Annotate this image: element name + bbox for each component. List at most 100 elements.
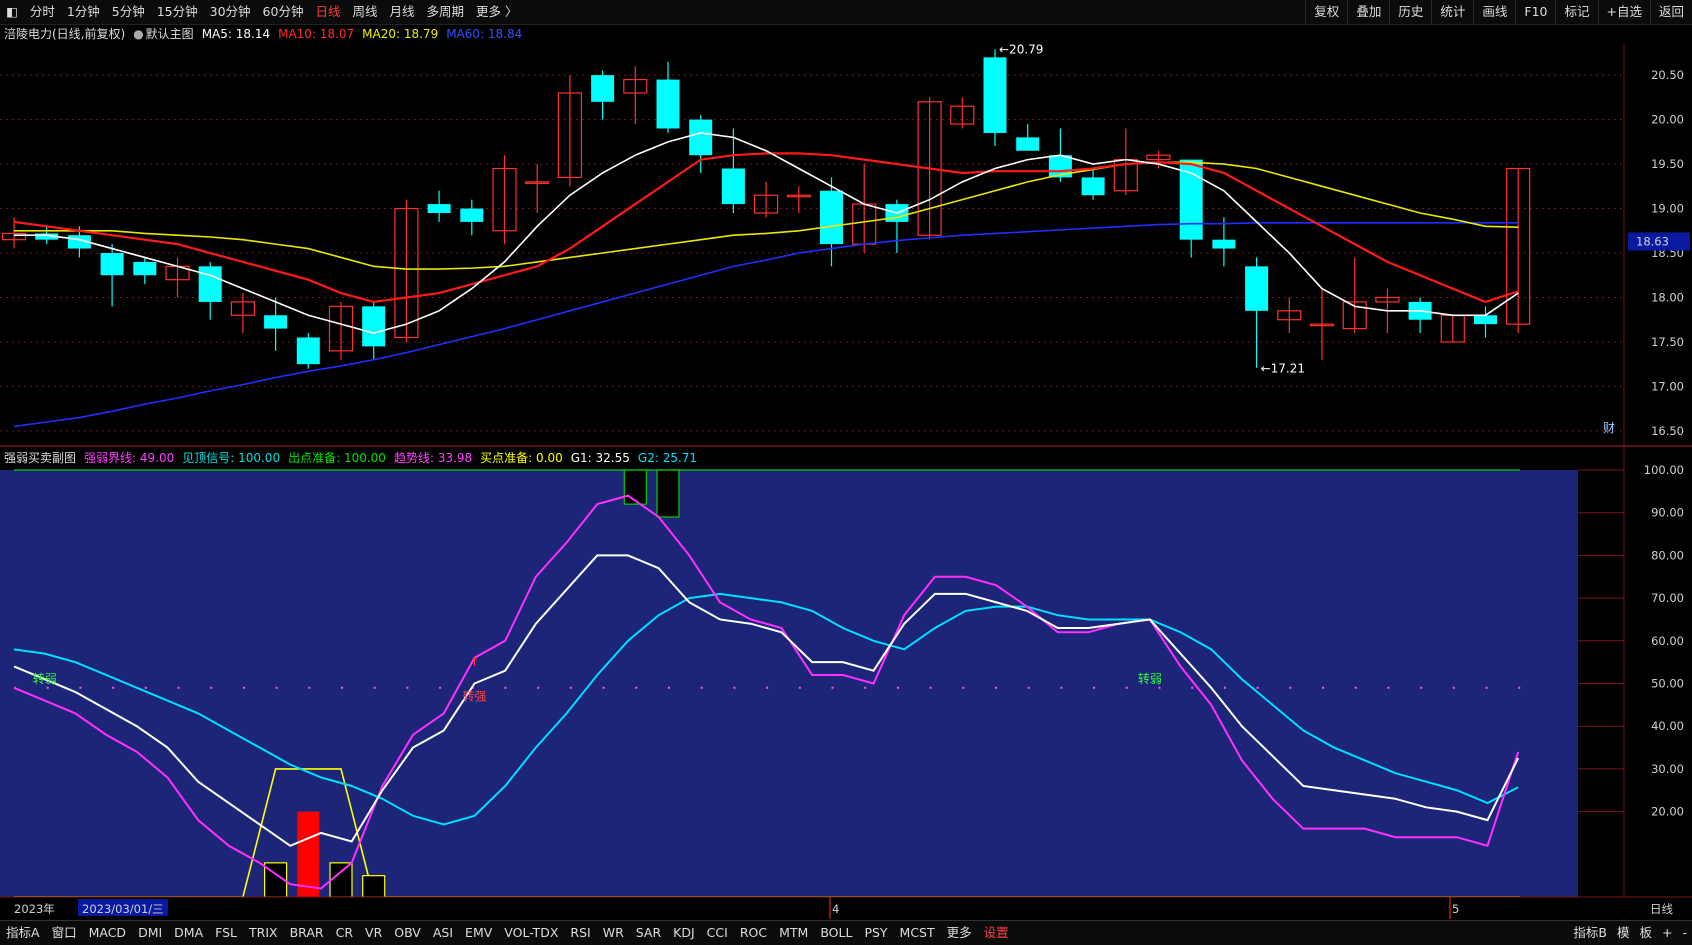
- weak-strong-dot: [831, 686, 834, 689]
- candle-13: [427, 190, 451, 222]
- buy-signal-bar: [297, 811, 320, 897]
- indicator-tab-24[interactable]: 更多: [941, 921, 978, 945]
- indicator-tab-1[interactable]: 窗口: [46, 921, 83, 945]
- weak-strong-dot: [635, 686, 638, 689]
- candle-43: [1408, 297, 1432, 334]
- indicator-tab-16[interactable]: SAR: [630, 921, 667, 945]
- indicator-b-control-2[interactable]: 板: [1634, 921, 1657, 945]
- indicator-tab-12[interactable]: EMV: [459, 921, 498, 945]
- month-5-label: 5: [1452, 902, 1459, 916]
- indicator-tab-10[interactable]: OBV: [388, 921, 427, 945]
- weak-strong-dot: [700, 686, 703, 689]
- candle-6: [198, 261, 222, 320]
- indicator-tab-17[interactable]: KDJ: [667, 921, 701, 945]
- weak-strong-dot: [1093, 686, 1096, 689]
- weak-strong-dot: [341, 686, 343, 689]
- weak-strong-dot: [602, 686, 605, 689]
- indicator-tab-23[interactable]: MCST: [894, 921, 941, 945]
- weak-strong-dot: [1223, 686, 1226, 689]
- indicator-tab-6[interactable]: TRIX: [243, 921, 284, 945]
- price-tick-label: 20.00: [1651, 113, 1684, 127]
- strong-arrow-icon: ↑: [469, 655, 479, 669]
- weak-strong-dot: [1485, 686, 1488, 689]
- time-axis-bg: [0, 897, 1692, 919]
- indicator-b-control-0[interactable]: 指标B: [1568, 921, 1612, 945]
- sub-tick-label: 90.00: [1651, 506, 1684, 520]
- indicator-tab-19[interactable]: ROC: [734, 921, 773, 945]
- candle-33: [1081, 168, 1105, 200]
- candle-29: [950, 97, 975, 129]
- candle-body: [721, 168, 745, 205]
- indicator-tab-9[interactable]: VR: [359, 921, 388, 945]
- candle-26: [852, 164, 877, 254]
- candle-18: [591, 70, 615, 120]
- indicator-tab-4[interactable]: DMA: [168, 921, 209, 945]
- month-4-label: 4: [832, 902, 839, 916]
- indicator-tab-11[interactable]: ASI: [427, 921, 459, 945]
- price-tick-label: 16.50: [1651, 424, 1684, 438]
- indicator-tab-0[interactable]: 指标A: [0, 921, 46, 945]
- indicator-b-control-4[interactable]: -: [1677, 921, 1692, 945]
- weak-strong-dot: [1191, 686, 1194, 689]
- indicator-tab-25[interactable]: 设置: [978, 921, 1015, 945]
- indicator-tab-15[interactable]: WR: [597, 921, 630, 945]
- candle-body: [1081, 177, 1105, 196]
- indicator-tab-13[interactable]: VOL-TDX: [498, 921, 564, 945]
- price-tick-label: 19.50: [1651, 157, 1684, 171]
- indicator-tab-8[interactable]: CR: [330, 921, 359, 945]
- weak-strong-dot: [569, 686, 572, 689]
- candle-body: [983, 57, 1007, 133]
- weak-strong-dot: [1256, 686, 1259, 689]
- indicator-tab-14[interactable]: RSI: [564, 921, 596, 945]
- indicator-tab-20[interactable]: MTM: [773, 921, 814, 945]
- top-signal-box-1: [656, 469, 680, 518]
- chart-canvas[interactable]: 转弱转强 转弱 ↑ ←20.79 ←17.21 财 20.50 20.00 19.50 19.…: [0, 0, 1692, 944]
- signal-annotation-2: 转弱: [1138, 671, 1162, 686]
- high-price-note: ←20.79: [999, 42, 1043, 56]
- candle-20: [656, 61, 680, 133]
- candle-body: [362, 306, 386, 347]
- weak-strong-dot: [864, 686, 867, 689]
- candle-15: [492, 155, 517, 245]
- weak-strong-dot: [1125, 686, 1128, 689]
- indicator-tab-2[interactable]: MACD: [83, 921, 132, 945]
- weak-strong-dot: [210, 686, 213, 689]
- weak-strong-dot: [929, 686, 932, 689]
- candle-44: [1440, 314, 1465, 343]
- sub-tick-label: 40.00: [1651, 719, 1684, 733]
- weak-strong-dot: [798, 686, 801, 689]
- indicator-tab-18[interactable]: CCI: [701, 921, 734, 945]
- indicator-b-control-1[interactable]: 模: [1612, 921, 1635, 945]
- indicator-tab-7[interactable]: BRAR: [284, 921, 330, 945]
- candle-body: [1016, 137, 1040, 151]
- top-signal-box-0: [623, 469, 647, 505]
- candle-37: [1212, 217, 1236, 267]
- candle-34: [1113, 128, 1138, 196]
- candle-body: [1474, 315, 1497, 325]
- weak-strong-dot: [439, 686, 442, 689]
- weak-strong-dot: [1060, 686, 1063, 689]
- sub-tick-label: 100.00: [1644, 463, 1684, 477]
- ma10-line: [13, 152, 1519, 304]
- indicator-b-control-3[interactable]: +: [1657, 921, 1677, 945]
- price-tick-label: 19.00: [1651, 202, 1684, 216]
- weak-strong-dot: [275, 686, 278, 689]
- candle-body: [198, 266, 222, 302]
- candle-body: [656, 79, 680, 129]
- candle-31: [1016, 124, 1040, 151]
- candle-body: [591, 75, 615, 102]
- indicator-tab-21[interactable]: BOLL: [814, 921, 858, 945]
- indicator-tab-3[interactable]: DMI: [132, 921, 168, 945]
- candle-45: [1474, 306, 1497, 338]
- weak-strong-dot: [896, 686, 899, 689]
- candle-body: [1212, 239, 1236, 249]
- indicator-tab-5[interactable]: FSL: [209, 921, 243, 945]
- indicator-tab-22[interactable]: PSY: [858, 921, 893, 945]
- time-year-label: 2023年: [14, 902, 55, 916]
- low-price-note: ←17.21: [1261, 362, 1305, 376]
- weak-strong-dot: [962, 686, 965, 689]
- weak-strong-dot: [1158, 686, 1161, 689]
- buy-ready-box-2: [362, 875, 386, 898]
- ma60-line: [13, 221, 1519, 428]
- price-tick-label: 20.50: [1651, 68, 1684, 82]
